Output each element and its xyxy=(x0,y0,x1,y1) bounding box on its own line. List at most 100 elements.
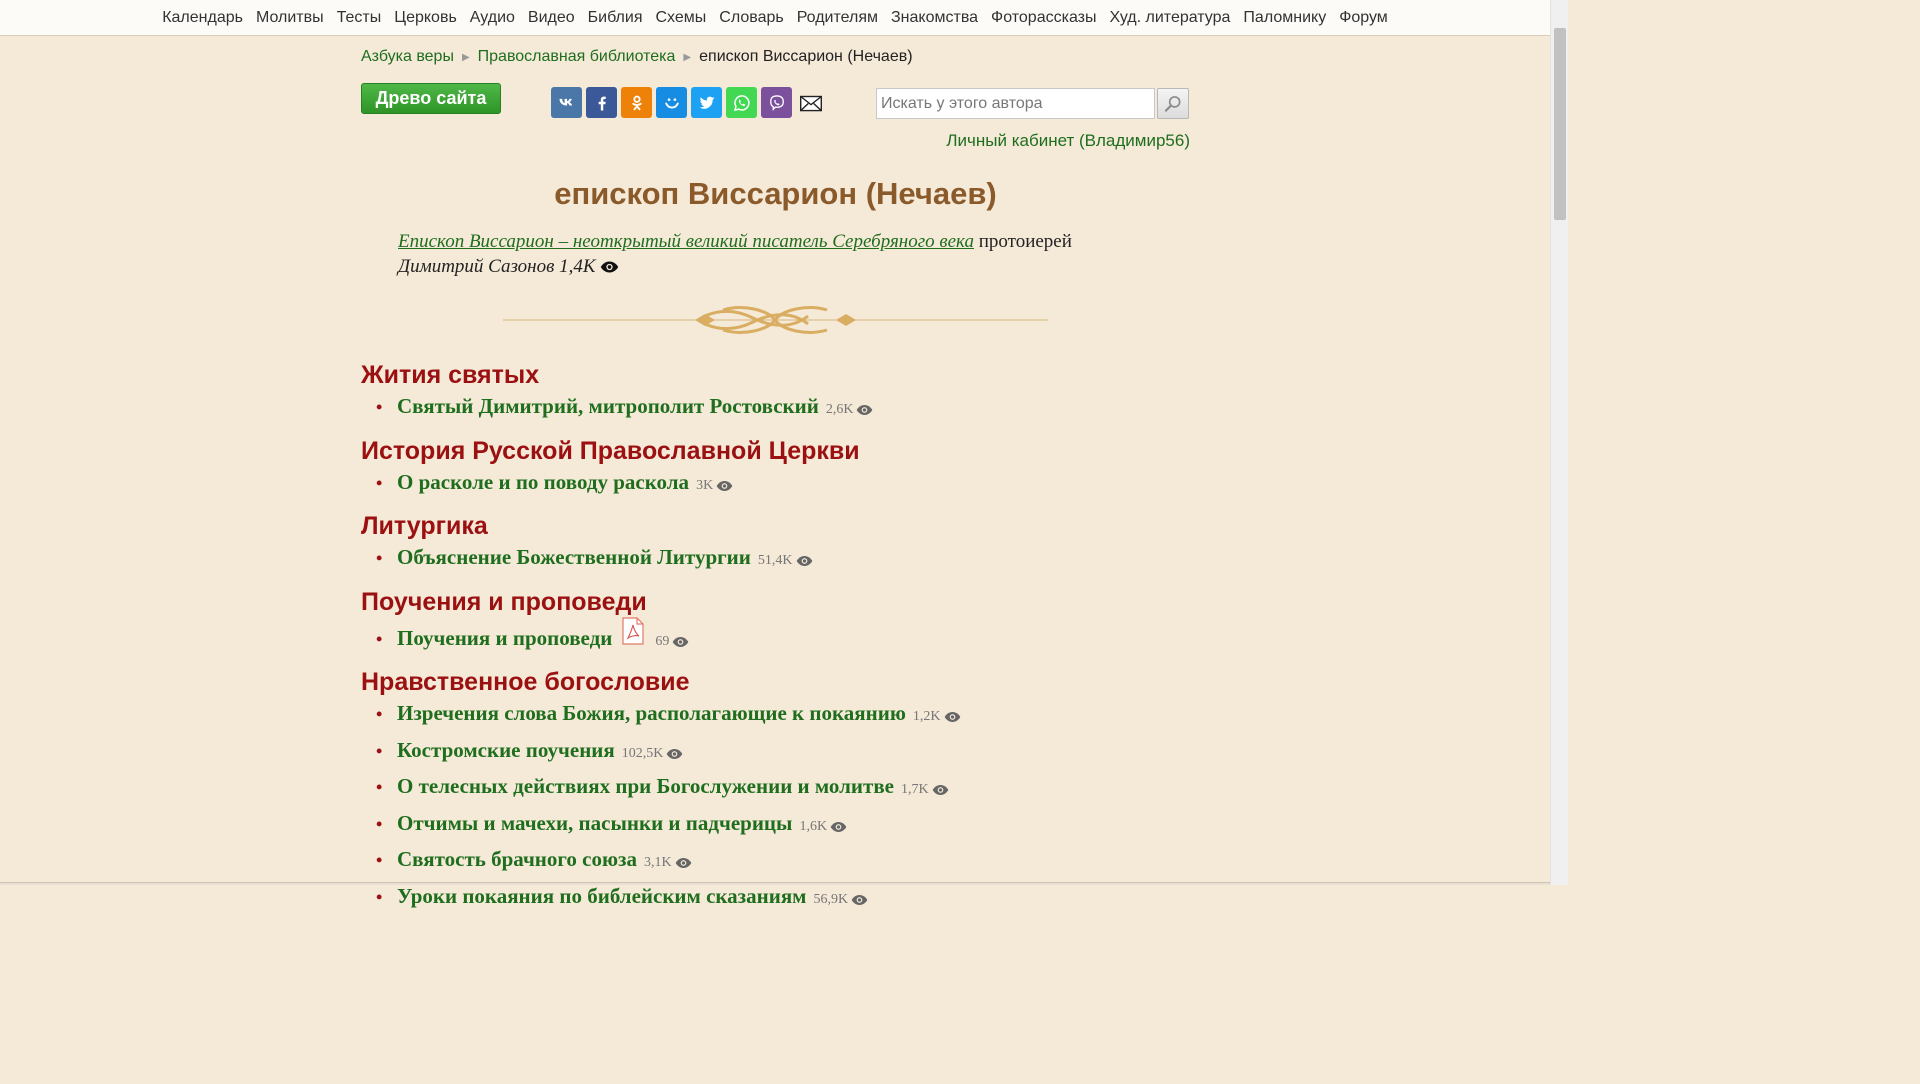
view-count: 3K xyxy=(696,470,733,503)
work-link[interactable]: Изречения слова Божия, располагающие к п… xyxy=(397,697,906,730)
bullet-icon: • xyxy=(376,628,383,649)
view-count: 2,6K xyxy=(826,394,874,427)
nav-link[interactable]: Библия xyxy=(588,9,643,27)
view-count-value: 69 xyxy=(655,633,670,649)
list-item: • Костромские поучения 102,5K xyxy=(376,734,1191,771)
view-count: 1,2K xyxy=(913,701,961,734)
top-navigation: Календарь Молитвы Тесты Церковь Аудио Видео Би… xyxy=(0,0,1550,36)
eye-icon xyxy=(932,784,949,796)
search-button[interactable] xyxy=(1157,88,1189,119)
bullet-icon: • xyxy=(376,704,383,724)
eye-icon xyxy=(675,857,692,869)
odnoklassniki-share-icon[interactable] xyxy=(621,87,652,118)
pdf-icon[interactable] xyxy=(622,616,644,655)
eye-icon xyxy=(716,480,733,492)
view-count-value: 1,6K xyxy=(799,818,828,834)
category-title[interactable]: Нравственное богословие xyxy=(361,667,1191,697)
page-title: епископ Виссарион (Нечаев) xyxy=(554,176,997,211)
featured-article-link[interactable]: Епископ Виссарион – неоткрытый великий п… xyxy=(398,231,974,252)
work-link[interactable]: Костромские поучения xyxy=(397,734,615,767)
facebook-share-icon[interactable] xyxy=(586,87,617,118)
moimir-share-icon[interactable] xyxy=(656,87,687,118)
vertical-scrollbar[interactable] xyxy=(1550,0,1568,885)
category-title[interactable]: Литургика xyxy=(361,511,1191,541)
view-count-value: 2,6K xyxy=(825,402,854,417)
nav-link[interactable]: Молитвы xyxy=(256,9,324,27)
category-section: Нравственное богословие • Изречения слова … xyxy=(361,667,1191,916)
nav-link[interactable]: Родителям xyxy=(797,9,878,27)
featured-views: 1,4K xyxy=(559,256,596,277)
view-count-value: 3,1K xyxy=(643,855,672,870)
nav-link[interactable]: Схемы xyxy=(656,9,707,27)
breadcrumb-separator-icon: ▶ xyxy=(683,51,692,63)
works-list-items: • Святый Димитрий, митрополит Ростовский 2… xyxy=(361,390,1191,427)
works-list-items: • Объяснение Божественной Литургии 51,4K xyxy=(361,541,1191,578)
view-count: 3,1K xyxy=(644,847,692,880)
work-link[interactable]: Святый Димитрий, митрополит Ростовский xyxy=(397,390,819,423)
bullet-icon: • xyxy=(376,472,383,493)
bullet-icon: • xyxy=(376,777,383,797)
category-title[interactable]: История Русской Православной Церкви xyxy=(361,436,1191,466)
view-count: 69 xyxy=(655,626,689,659)
twitter-share-icon[interactable] xyxy=(691,87,722,118)
view-count: 51,4K xyxy=(758,545,813,578)
nav-link[interactable]: Аудио xyxy=(470,9,515,27)
view-count-value: 1,2K xyxy=(912,709,941,724)
breadcrumb-link[interactable]: Православная библиотека xyxy=(478,48,676,66)
scrollbar-thumb[interactable] xyxy=(1554,28,1566,220)
view-count: 1,7K xyxy=(901,774,949,807)
breadcrumb-separator-icon: ▶ xyxy=(461,51,470,63)
breadcrumb-current: епископ Виссарион (Нечаев) xyxy=(699,48,913,65)
view-count-value: 3K xyxy=(696,477,714,493)
site-tree-button[interactable]: Древо сайта xyxy=(361,83,501,114)
work-link[interactable]: О расколе и по поводу раскола xyxy=(397,466,689,499)
bullet-icon: • xyxy=(376,548,383,568)
category-title[interactable]: Жития святых xyxy=(361,360,1191,390)
featured-author: Димитрий Сазонов xyxy=(398,256,555,277)
list-item: • Объяснение Божественной Литургии 51,4K xyxy=(376,541,1191,578)
email-share-icon[interactable] xyxy=(796,87,826,118)
vk-share-icon[interactable] xyxy=(551,87,582,118)
bullet-icon: • xyxy=(376,886,383,907)
view-count-value: 1,7K xyxy=(901,782,929,797)
whatsapp-share-icon[interactable] xyxy=(726,87,757,118)
viber-share-icon[interactable] xyxy=(761,87,792,118)
list-item: • Отчимы и мачехи, пасынки и падчерицы 1,6… xyxy=(376,807,1191,844)
author-search-input[interactable] xyxy=(876,88,1155,119)
nav-link[interactable]: Худ. литература xyxy=(1110,9,1231,27)
bullet-icon: • xyxy=(376,813,383,834)
works-list: Жития святых • Святый Димитрий, митрополит… xyxy=(361,360,1191,925)
work-link[interactable]: Объяснение Божественной Литургии xyxy=(397,541,751,574)
featured-author-role: протоиерей xyxy=(978,231,1072,252)
bullet-icon: • xyxy=(376,740,383,761)
works-list-items: • Поучения и проповеди 69 xyxy=(361,616,1191,659)
bottom-edge xyxy=(0,882,1550,885)
breadcrumb-link[interactable]: Азбука веры xyxy=(361,48,454,66)
work-link[interactable]: Поучения и проповеди xyxy=(397,622,612,655)
nav-link[interactable]: Словарь xyxy=(719,9,783,27)
nav-link[interactable]: Видео xyxy=(528,9,575,27)
category-title[interactable]: Поучения и проповеди xyxy=(361,587,1191,617)
featured-article: Епископ Виссарион – неоткрытый великий п… xyxy=(398,229,1158,281)
list-item: • Изречения слова Божия, располагающие к … xyxy=(376,697,1191,734)
personal-account-link[interactable]: Личный кабинет (Владимир56) xyxy=(946,131,1190,151)
nav-link[interactable]: Фоторассказы xyxy=(991,9,1096,27)
work-link[interactable]: О телесных действиях при Богослужении и … xyxy=(397,770,894,803)
list-item: • Поучения и проповеди 69 xyxy=(376,616,1191,659)
nav-link[interactable]: Форум xyxy=(1339,9,1388,27)
nav-link[interactable]: Знакомства xyxy=(891,9,978,27)
bullet-icon: • xyxy=(376,850,383,870)
nav-link[interactable]: Паломнику xyxy=(1243,9,1326,27)
breadcrumb: Азбука веры ▶ Православная библиотека ▶ … xyxy=(361,48,913,66)
work-link[interactable]: Отчимы и мачехи, пасынки и падчерицы xyxy=(397,807,792,840)
nav-link[interactable]: Календарь xyxy=(162,9,243,27)
nav-link[interactable]: Тесты xyxy=(337,9,382,27)
eye-icon xyxy=(672,636,689,648)
category-section: Поучения и проповеди • Поучения и проповед… xyxy=(361,587,1191,659)
list-item: • О телесных действиях при Богослужении и… xyxy=(376,770,1191,807)
work-link[interactable]: Святость брачного союза xyxy=(397,843,637,876)
category-section: Жития святых • Святый Димитрий, митрополит… xyxy=(361,360,1191,427)
nav-link[interactable]: Церковь xyxy=(394,9,457,27)
view-count-value: 102,5K xyxy=(621,745,664,761)
category-section: Литургика • Объяснение Божественной Литург… xyxy=(361,511,1191,578)
